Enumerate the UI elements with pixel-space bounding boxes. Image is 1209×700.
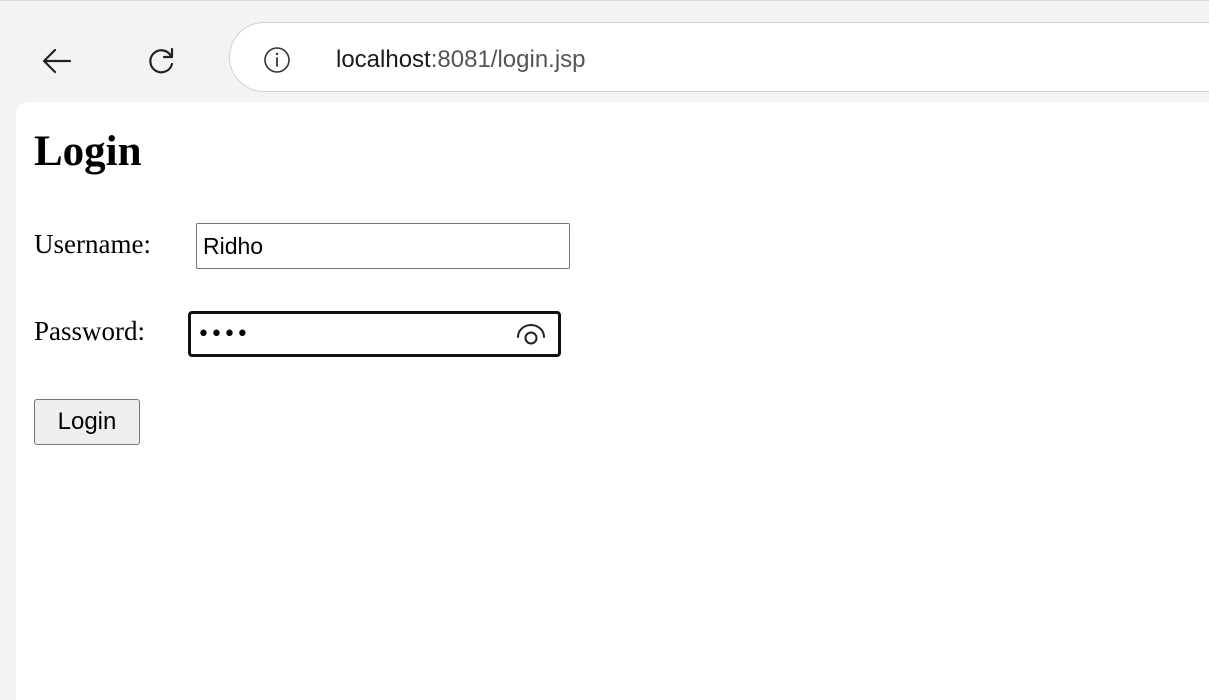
- password-field[interactable]: [188, 311, 561, 357]
- password-label: Password:: [34, 316, 146, 346]
- eye-icon[interactable]: [514, 320, 548, 348]
- url-path: :8081/login.jsp: [430, 46, 586, 73]
- browser-toolbar: localhost:8081/login.jsp: [0, 0, 1209, 100]
- reload-icon: [149, 47, 174, 74]
- username-input[interactable]: [196, 223, 570, 269]
- url-text[interactable]: localhost:8081/login.jsp: [336, 43, 586, 77]
- url-host: localhost: [336, 46, 431, 73]
- reload-button[interactable]: [141, 39, 181, 83]
- login-button[interactable]: Login: [34, 399, 140, 445]
- password-input[interactable]: [197, 317, 497, 351]
- username-label: Username:: [34, 229, 151, 259]
- page-content: Login Username: Password: Login: [16, 102, 1209, 700]
- back-arrow-icon: [42, 48, 72, 74]
- page-title: Login: [34, 128, 142, 175]
- info-icon[interactable]: [263, 46, 291, 74]
- back-button[interactable]: [37, 39, 77, 83]
